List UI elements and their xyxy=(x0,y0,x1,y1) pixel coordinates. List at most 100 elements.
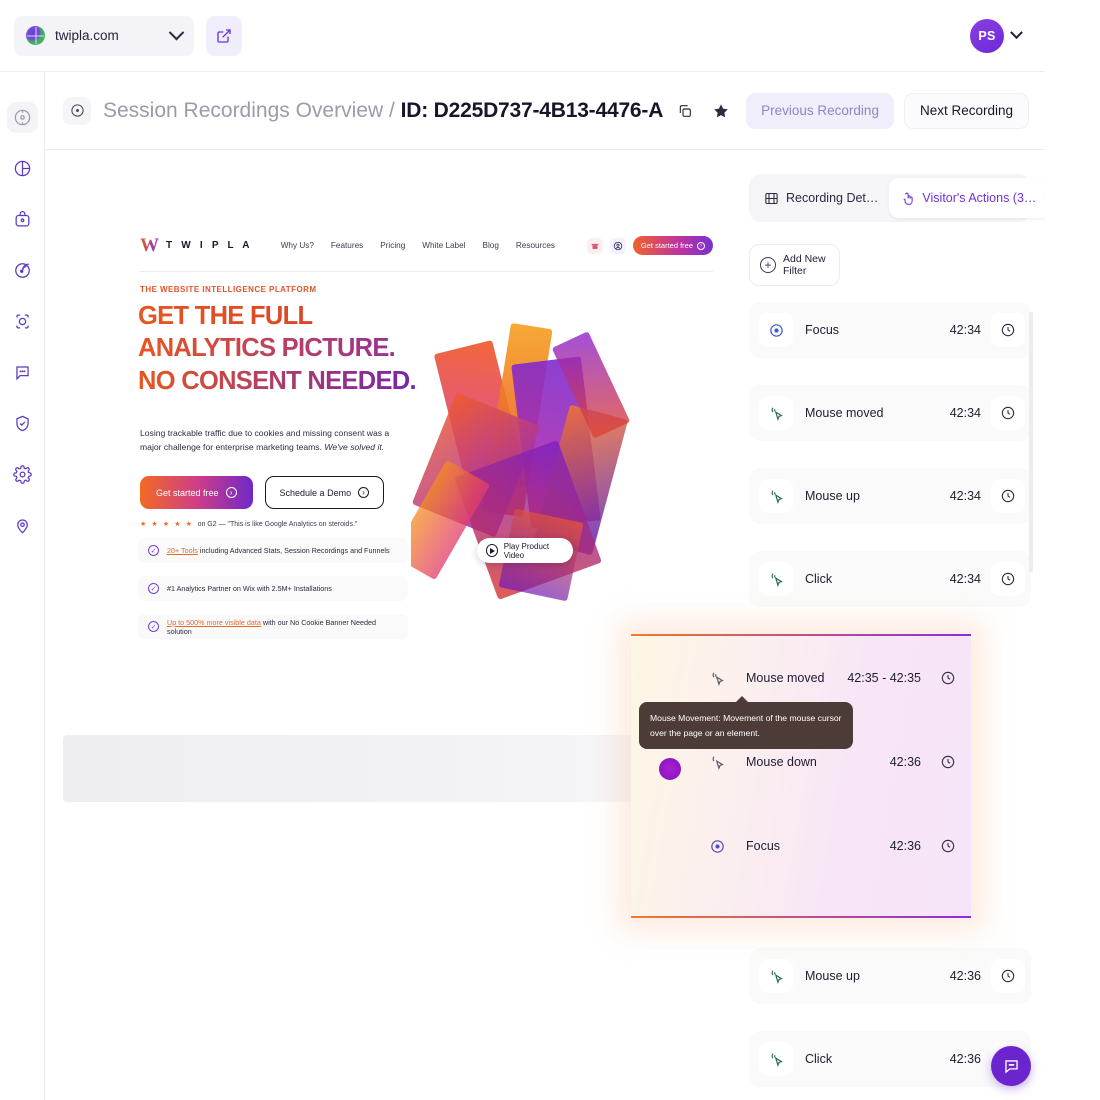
clock-icon[interactable] xyxy=(931,661,965,695)
check-icon: ✓ xyxy=(148,621,159,632)
clock-icon[interactable] xyxy=(931,829,965,863)
list-item[interactable]: Mouse moved 42:35 - 42:35 xyxy=(631,650,971,706)
list-item[interactable]: Mouse moved 42:34 xyxy=(749,385,1031,441)
sidebar-item-session-recordings[interactable] xyxy=(7,306,38,337)
tab-recording-details-label: Recording Det… xyxy=(786,191,879,205)
briefcase-icon xyxy=(15,210,29,227)
headline-line-1: GET THE FULL xyxy=(138,300,438,332)
check-icon: ✓ xyxy=(148,583,159,594)
action-time: 42:34 xyxy=(949,323,981,337)
recording-player: W T W I P L A Why Us? Features Pricing W… xyxy=(45,150,735,1100)
list-item[interactable]: Mouse up 42:34 xyxy=(749,468,1031,524)
hero-rating: ★ ★ ★ ★ ★ on G2 — "This is like Google A… xyxy=(140,520,357,529)
clock-icon[interactable] xyxy=(991,313,1025,347)
top-bar: twipla.com PS xyxy=(0,0,1045,72)
hero-buttons: Get started free › Schedule a Demo › xyxy=(140,476,385,509)
back-button[interactable] xyxy=(63,96,91,125)
action-label: Mouse moved xyxy=(805,406,884,420)
chat-bubble-icon xyxy=(1004,1059,1018,1073)
arrow-right-icon: › xyxy=(697,241,705,250)
favorite-button[interactable] xyxy=(706,96,736,126)
preview-nav-right: Get started free › xyxy=(586,236,713,255)
breadcrumb-parent[interactable]: Session Recordings Overview xyxy=(103,99,383,122)
nav-link[interactable]: Features xyxy=(331,241,363,250)
tab-visitor-actions-label: Visitor's Actions (3… xyxy=(922,191,1037,205)
add-new-filter-button[interactable]: + Add New Filter xyxy=(749,244,840,286)
previous-recording-button[interactable]: Previous Recording xyxy=(746,92,894,129)
hero-secondary-label: Schedule a Demo xyxy=(279,487,352,498)
hero-secondary-button[interactable]: Schedule a Demo › xyxy=(264,476,385,509)
compass-icon xyxy=(14,109,30,126)
feature-text: #1 Analytics Partner on Wix with 2.5M+ I… xyxy=(167,584,332,593)
chat-support-button[interactable] xyxy=(991,1046,1031,1086)
nav-link[interactable]: Pricing xyxy=(380,241,405,250)
hero-eyebrow: THE WEBSITE INTELLIGENCE PLATFORM xyxy=(140,285,317,294)
play-icon xyxy=(486,544,498,557)
open-external-button[interactable] xyxy=(206,15,242,56)
check-icon: ✓ xyxy=(148,545,159,556)
next-recording-button[interactable]: Next Recording xyxy=(903,92,1029,129)
action-label: Click xyxy=(805,1052,833,1066)
preview-site-nav: W T W I P L A Why Us? Features Pricing W… xyxy=(140,220,713,272)
preview-placeholder-section xyxy=(63,735,713,802)
visitor-actions-list: Focus 42:34 Mouse moved 42:34 Mouse up 4… xyxy=(631,302,1033,1100)
nav-link[interactable]: Resources xyxy=(516,241,555,250)
sidebar-item-privacy[interactable] xyxy=(7,408,38,439)
add-new-filter-label: Add New Filter xyxy=(783,253,826,277)
play-product-video-button[interactable]: Play Product Video xyxy=(477,538,573,563)
sidebar-item-feedback[interactable] xyxy=(7,357,38,388)
list-item[interactable]: Focus 42:34 xyxy=(749,302,1031,358)
avatar: PS xyxy=(970,18,1004,53)
gift-glyph xyxy=(591,243,599,249)
highlighted-actions-group: Mouse moved 42:35 - 42:35 Mouse down 42:… xyxy=(631,634,971,918)
mouse-up-icon xyxy=(759,479,793,513)
left-nav-rail xyxy=(0,72,45,1100)
feature-row: ✓ 20+ Tools including Advanced Stats, Se… xyxy=(138,538,408,563)
sidebar-item-statistics[interactable] xyxy=(7,153,38,184)
clock-icon[interactable] xyxy=(991,959,1025,993)
mouse-move-icon xyxy=(700,661,734,695)
clock-icon[interactable] xyxy=(991,562,1025,596)
action-label: Mouse moved xyxy=(746,671,825,685)
hero-primary-label: Get started free xyxy=(156,487,219,498)
gift-icon[interactable] xyxy=(586,237,603,254)
list-item[interactable]: Click 42:36 xyxy=(749,1031,1031,1087)
list-item[interactable]: Click 42:34 xyxy=(749,551,1031,607)
nav-link[interactable]: Blog xyxy=(483,241,499,250)
sidebar-item-settings[interactable] xyxy=(7,459,38,490)
user-circle-icon[interactable] xyxy=(609,237,626,254)
preview-nav-cta[interactable]: Get started free › xyxy=(632,236,713,255)
copy-id-button[interactable] xyxy=(670,96,700,126)
sidebar-item-behavior[interactable] xyxy=(7,204,38,235)
focus-icon xyxy=(700,829,734,863)
sidebar-item-account[interactable] xyxy=(7,510,38,541)
action-time: 42:36 xyxy=(949,1052,981,1066)
sidebar-item-dashboard[interactable] xyxy=(6,102,38,133)
clock-icon[interactable] xyxy=(931,745,965,779)
panel-scrollbar[interactable] xyxy=(1029,312,1033,572)
plus-circle-icon: + xyxy=(760,257,776,273)
breadcrumb: Session Recordings Overview / ID: D225D7… xyxy=(103,99,664,123)
user-glyph xyxy=(613,241,623,250)
user-menu[interactable]: PS xyxy=(964,11,1031,60)
list-item[interactable]: Focus 42:36 xyxy=(631,818,971,874)
action-time: 42:34 xyxy=(949,406,981,420)
shield-check-icon xyxy=(15,415,29,432)
tab-recording-details[interactable]: Recording Det… xyxy=(753,178,889,218)
click-hand-icon xyxy=(903,192,914,205)
clock-icon[interactable] xyxy=(991,479,1025,513)
page-header: Session Recordings Overview / ID: D225D7… xyxy=(45,72,1045,150)
nav-link[interactable]: White Label xyxy=(422,241,465,250)
list-item[interactable]: Mouse up 42:36 xyxy=(749,948,1031,1004)
nav-link[interactable]: Why Us? xyxy=(281,241,314,250)
action-label: Mouse up xyxy=(805,969,860,983)
globe-icon xyxy=(26,26,45,45)
site-selector[interactable]: twipla.com xyxy=(14,15,194,56)
hero-primary-button[interactable]: Get started free › xyxy=(140,476,253,509)
sidebar-item-heatmaps[interactable] xyxy=(7,255,38,286)
clock-icon[interactable] xyxy=(991,396,1025,430)
action-label: Mouse down xyxy=(746,755,817,769)
pin-user-icon xyxy=(16,519,28,534)
arrow-right-icon: › xyxy=(358,487,370,498)
hero-artwork xyxy=(411,315,641,610)
